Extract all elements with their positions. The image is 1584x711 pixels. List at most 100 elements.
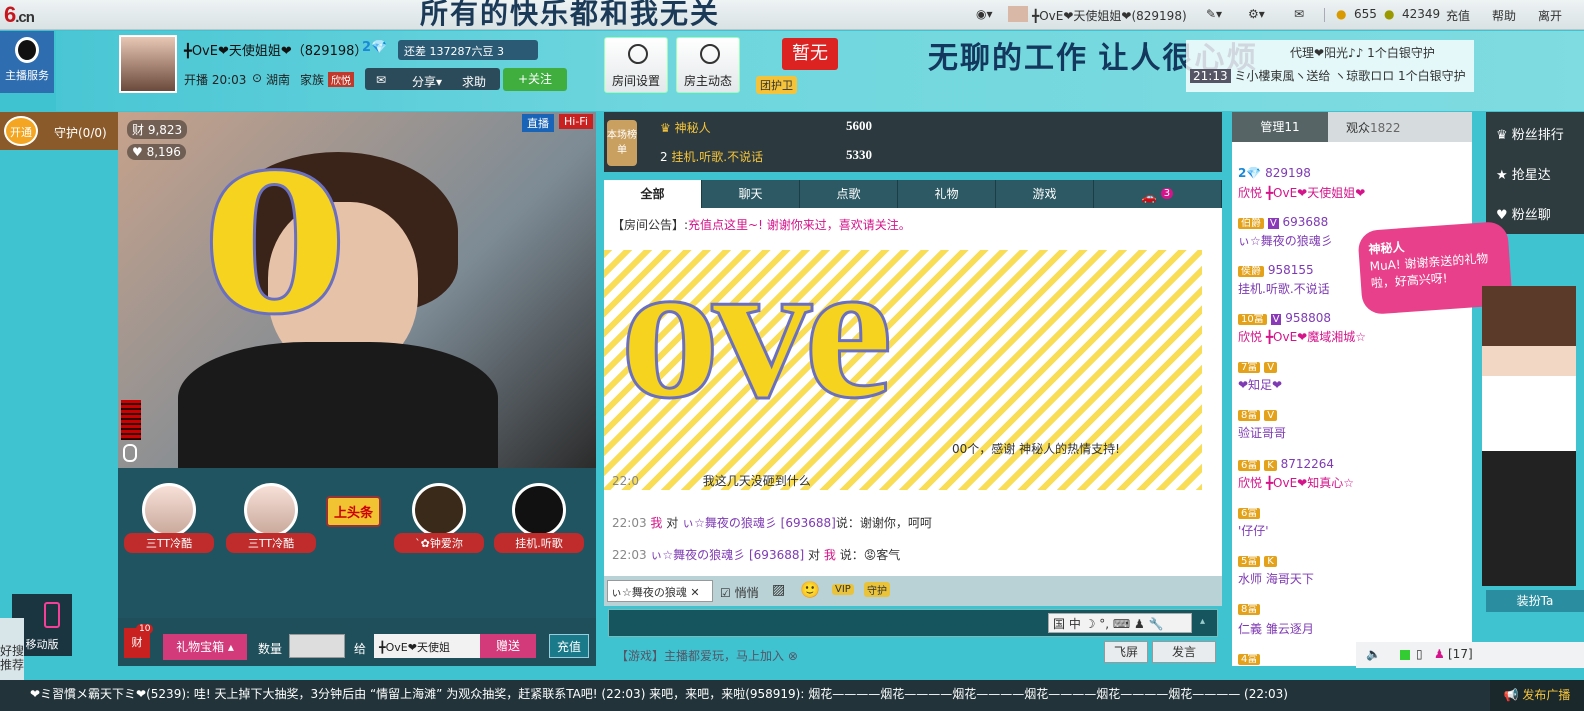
seat-name: 挂机.听歌	[494, 533, 584, 553]
list-item-sub[interactable]: 水师 海哥天下	[1238, 570, 1314, 587]
list-item-sub[interactable]: 验证哥哥	[1238, 424, 1286, 441]
settings-icon[interactable]: ⚙▾	[1248, 7, 1265, 21]
message-icon[interactable]: ✉	[376, 73, 386, 87]
hifi-badge[interactable]: Hi-Fi	[559, 114, 593, 129]
seat-3[interactable]: `✿钟爱沵	[394, 483, 484, 553]
guard-emote-icon[interactable]: 守护	[864, 582, 890, 597]
logo-text: .cn	[15, 9, 35, 26]
rank-badge: 本场榜单	[607, 120, 637, 166]
list-item-sub[interactable]: 欣悦 ╋OvE❤知真心☆	[1238, 474, 1354, 491]
list-item-sub[interactable]: '仔仔'	[1238, 522, 1269, 539]
rank-row-1[interactable]: ♛ 神秘人	[660, 119, 711, 136]
volume-meter	[121, 400, 141, 440]
receiver-select[interactable]: ╋OvE❤天使姐	[374, 634, 480, 658]
list-item[interactable]: 侯爵 958155	[1238, 262, 1314, 277]
list-item[interactable]: 8富 V	[1238, 406, 1278, 421]
list-item[interactable]: 2💎 829198	[1238, 166, 1311, 180]
status-dropdown-icon[interactable]: ◉▾	[976, 7, 993, 21]
list-item-sub[interactable]: 挂机.听歌.不说话	[1238, 280, 1330, 297]
game-tip[interactable]: 【游戏】主播都爱玩，马上加入 ⊗	[616, 647, 798, 664]
mail-icon[interactable]: ✉	[1294, 7, 1304, 21]
current-user[interactable]: ╋OvE❤天使姐姐❤(829198)	[1032, 7, 1187, 24]
bean-icon: ●	[1384, 7, 1395, 21]
fans-chat-button[interactable]: ♥ 粉丝聊	[1496, 204, 1551, 223]
logo-number: 6	[4, 2, 16, 27]
video-player[interactable]	[118, 112, 596, 468]
speaker-icon[interactable]: 🔈	[1366, 647, 1381, 661]
list-item[interactable]: 7富 V	[1238, 358, 1278, 373]
avatar-character[interactable]	[1482, 286, 1576, 586]
recharge-button[interactable]: 充值	[549, 634, 589, 658]
recharge-link[interactable]: 充值	[1446, 7, 1470, 24]
tab-games[interactable]: 游戏	[996, 180, 1094, 208]
help-button[interactable]: 求助	[462, 73, 486, 90]
wealth-stat: 财 9,823	[127, 120, 188, 139]
guard-notice: 代理❤阳光♪♪ 1个白银守护 21:13 ミ小樓東風ヽ送给 ヽ琼歌ロロ 1个白银…	[1186, 40, 1474, 92]
list-item[interactable]: 8富	[1238, 600, 1261, 615]
tab-audience[interactable]: 观众1822	[1346, 119, 1401, 136]
quantity-input[interactable]	[289, 634, 345, 658]
site-logo[interactable]: 6.cn	[4, 2, 35, 28]
tab-gifts[interactable]: 礼物	[898, 180, 996, 208]
tab-managers[interactable]: 管理11	[1232, 112, 1328, 142]
send-gift-button[interactable]: 赠送	[480, 634, 536, 658]
no-guard-badge[interactable]: 暂无	[782, 38, 838, 70]
tab-car[interactable]: 🚗 3	[1094, 180, 1222, 208]
list-item[interactable]: 6富 K 8712264	[1238, 456, 1334, 471]
whisper-checkbox[interactable]: ☑ 悄悄	[720, 584, 759, 601]
open-guard-button[interactable]: 开通	[4, 116, 38, 146]
list-item-sub[interactable]: 欣悦 ╋OvE❤魔域湘城☆	[1238, 328, 1366, 345]
send-message-button[interactable]: 发言	[1152, 641, 1216, 663]
list-item[interactable]: 10富 V 958808	[1238, 310, 1331, 325]
seat-2[interactable]: 三TT冷酷	[226, 483, 316, 553]
image-icon[interactable]: ▨	[772, 582, 785, 598]
guard-count[interactable]: 守护(0/0)	[54, 124, 107, 141]
team-guard-label[interactable]: 团护卫	[756, 76, 797, 94]
tab-all[interactable]: 全部	[604, 180, 702, 208]
help-link[interactable]: 帮助	[1492, 7, 1516, 24]
list-item-sub[interactable]: ❤知足❤	[1238, 376, 1282, 393]
list-item-sub[interactable]: 仁義 雏云逐月	[1238, 620, 1314, 637]
expand-icon[interactable]: ▴	[1200, 616, 1205, 627]
emoji-icon[interactable]: 🙂	[800, 580, 820, 599]
gift-box-dropdown[interactable]: 礼物宝箱 ▴	[163, 634, 247, 660]
grab-star-button[interactable]: ★ 抢星达	[1496, 164, 1551, 183]
seat-4[interactable]: 挂机.听歌	[494, 483, 584, 553]
rank-row-2[interactable]: 2 挂机.听歌.不说话	[660, 148, 763, 165]
phone-icon[interactable]: ▯	[1416, 647, 1423, 661]
list-item[interactable]: 4富	[1238, 650, 1261, 665]
person-icon[interactable]: ♟	[1434, 647, 1445, 661]
dress-up-button[interactable]: 装扮Ta	[1486, 590, 1584, 612]
host-dynamics-button[interactable]: 房主动态	[676, 37, 740, 93]
phone-icon	[44, 602, 60, 628]
follow-button[interactable]: +关注	[503, 68, 567, 91]
vip-icon[interactable]: VIP	[832, 584, 854, 595]
host-avatar[interactable]	[119, 35, 177, 93]
seat-avatar	[142, 483, 196, 537]
list-item-sub[interactable]: ぃ☆舞夜の狼魂彡	[1238, 232, 1333, 249]
chat-target-select[interactable]: ぃ☆舞夜の狼魂 ✕	[607, 580, 713, 602]
headline-button[interactable]: 上头条	[326, 496, 382, 527]
list-item[interactable]: 6富	[1238, 504, 1261, 519]
post-broadcast-button[interactable]: 📢 发布广播	[1490, 680, 1584, 711]
list-item[interactable]: 伯爵 V 693688	[1238, 214, 1328, 229]
room-settings-button[interactable]: 房间设置	[604, 37, 668, 93]
list-item[interactable]: 5富 K	[1238, 552, 1277, 567]
seat-avatar	[244, 483, 298, 537]
leave-link[interactable]: 离开	[1538, 7, 1562, 24]
fly-screen-button[interactable]: 飞屏	[1104, 641, 1148, 663]
fans-rank-button[interactable]: ♛ 粉丝排行	[1496, 124, 1564, 143]
tab-chat[interactable]: 聊天	[702, 180, 800, 208]
tab-songs[interactable]: 点歌	[800, 180, 898, 208]
host-service-button[interactable]: 主播服务	[0, 31, 54, 93]
mic-icon[interactable]	[123, 444, 137, 462]
share-button[interactable]: 分享▾	[412, 73, 442, 90]
list-item-sub[interactable]: 欣悦 ╋OvE❤天使姐姐❤	[1238, 184, 1365, 201]
ime-toolbar[interactable]: 国 中 ☽ °, ⌨ ♟ 🔧	[1048, 613, 1192, 633]
notice-line-2: ミ小樓東風ヽ送给 ヽ琼歌ロロ 1个白银守护	[1234, 69, 1466, 83]
edit-icon[interactable]: ✎▾	[1206, 7, 1222, 21]
notice-line-1: 代理❤阳光♪♪ 1个白银守护	[1290, 46, 1435, 60]
seat-1[interactable]: 三TT冷酷	[124, 483, 214, 553]
host-dynamics-label: 房主动态	[683, 74, 732, 88]
user-avatar-small[interactable]	[1008, 6, 1028, 22]
